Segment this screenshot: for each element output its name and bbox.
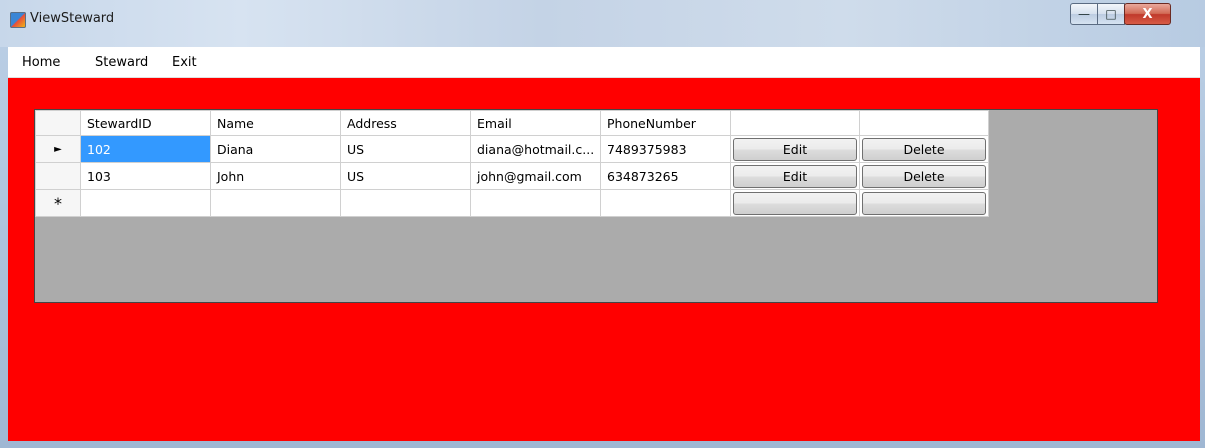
cell-name[interactable]: Diana bbox=[210, 135, 341, 163]
table-row[interactable]: 103 John US john@gmail.com 634873265 Edi… bbox=[35, 162, 989, 190]
column-header-address[interactable]: Address bbox=[340, 110, 471, 136]
cell-edit: Edit bbox=[730, 162, 860, 190]
column-header-phonenumber[interactable]: PhoneNumber bbox=[600, 110, 731, 136]
cell-address[interactable] bbox=[340, 189, 471, 217]
table-row[interactable]: ► 102 Diana US diana@hotmail.c... 748937… bbox=[35, 135, 989, 163]
edit-button[interactable]: Edit bbox=[733, 164, 857, 188]
new-row-asterisk-icon[interactable]: * bbox=[35, 189, 81, 217]
menu-steward[interactable]: Steward bbox=[95, 55, 148, 70]
cell-email[interactable] bbox=[470, 189, 601, 217]
cell-edit bbox=[730, 189, 860, 217]
maximize-button[interactable]: □ bbox=[1097, 3, 1125, 25]
app-window: ViewSteward — □ X Home Steward Exit Stew… bbox=[0, 0, 1205, 448]
cell-stewardid[interactable]: 102 bbox=[80, 135, 211, 163]
row-header[interactable] bbox=[35, 162, 81, 190]
edit-button[interactable]: Edit bbox=[733, 137, 857, 161]
column-header-stewardid[interactable]: StewardID bbox=[80, 110, 211, 136]
menu-home[interactable]: Home bbox=[22, 55, 60, 70]
delete-button[interactable]: Delete bbox=[862, 164, 986, 188]
minimize-button[interactable]: — bbox=[1070, 3, 1098, 25]
cell-stewardid[interactable] bbox=[80, 189, 211, 217]
current-row-indicator-icon[interactable]: ► bbox=[35, 135, 81, 163]
cell-name[interactable]: John bbox=[210, 162, 341, 190]
cell-edit: Edit bbox=[730, 135, 860, 163]
header-row: StewardID Name Address Email PhoneNumber bbox=[35, 110, 989, 136]
window-title: ViewSteward bbox=[30, 11, 115, 26]
column-header-delete[interactable] bbox=[859, 110, 989, 136]
steward-data-grid[interactable]: StewardID Name Address Email PhoneNumber… bbox=[34, 109, 1158, 303]
new-row[interactable]: * bbox=[35, 189, 989, 217]
cell-address[interactable]: US bbox=[340, 135, 471, 163]
cell-address[interactable]: US bbox=[340, 162, 471, 190]
edit-button[interactable] bbox=[733, 191, 857, 215]
cell-phonenumber[interactable] bbox=[600, 189, 731, 217]
column-header-edit[interactable] bbox=[730, 110, 860, 136]
cell-phonenumber[interactable]: 634873265 bbox=[600, 162, 731, 190]
cell-email[interactable]: john@gmail.com bbox=[470, 162, 601, 190]
cell-name[interactable] bbox=[210, 189, 341, 217]
cell-delete: Delete bbox=[859, 162, 989, 190]
delete-button[interactable] bbox=[862, 191, 986, 215]
cell-delete: Delete bbox=[859, 135, 989, 163]
cell-delete bbox=[859, 189, 989, 217]
cell-stewardid[interactable]: 103 bbox=[80, 162, 211, 190]
column-header-name[interactable]: Name bbox=[210, 110, 341, 136]
menu-bar: Home Steward Exit bbox=[8, 47, 1200, 78]
cell-email[interactable]: diana@hotmail.c... bbox=[470, 135, 601, 163]
menu-exit[interactable]: Exit bbox=[172, 55, 197, 70]
cell-phonenumber[interactable]: 7489375983 bbox=[600, 135, 731, 163]
steward-table: StewardID Name Address Email PhoneNumber… bbox=[35, 110, 989, 217]
form-client-area: Home Steward Exit StewardID Name Address… bbox=[8, 47, 1200, 441]
delete-button[interactable]: Delete bbox=[862, 137, 986, 161]
column-header-email[interactable]: Email bbox=[470, 110, 601, 136]
title-bar[interactable]: ViewSteward — □ X bbox=[0, 0, 1205, 47]
row-header-corner bbox=[35, 110, 81, 136]
close-button[interactable]: X bbox=[1124, 3, 1171, 25]
app-window-icon bbox=[10, 12, 26, 28]
